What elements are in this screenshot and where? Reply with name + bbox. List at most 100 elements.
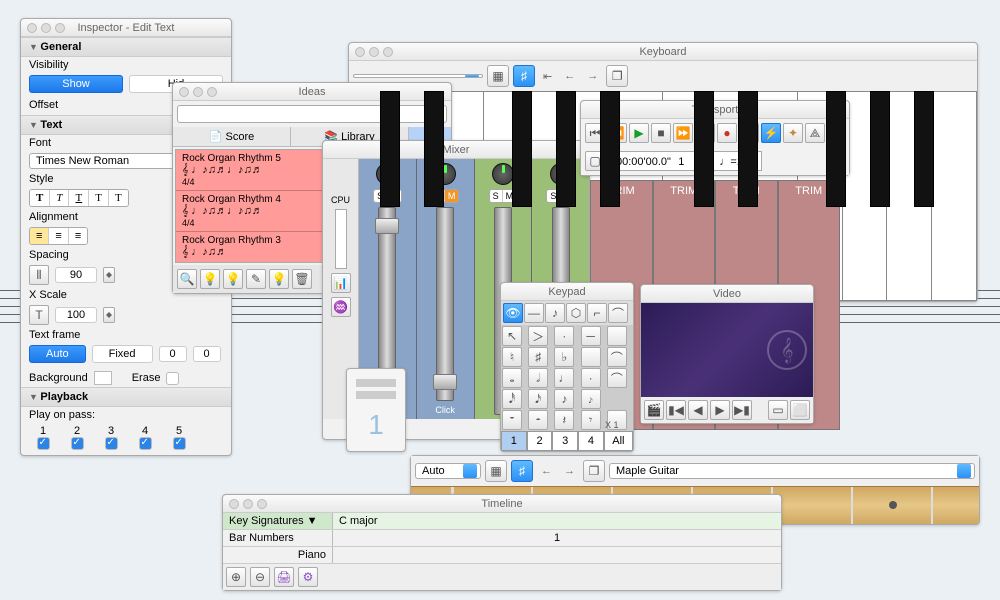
solo-button[interactable]: S [490, 190, 503, 202]
kp-staccato-icon[interactable]: · [554, 326, 574, 346]
kp-sharp-icon[interactable]: ♯ [528, 347, 548, 367]
fret-auto-select[interactable]: Auto [415, 463, 481, 479]
vid-prev-icon[interactable]: ◀ [688, 400, 708, 420]
rest-2-icon[interactable]: 𝄼 [528, 410, 548, 430]
paint-icon[interactable]: ✎ [246, 269, 266, 289]
background-swatch[interactable] [94, 371, 112, 385]
layer-icon[interactable]: ❐ [606, 65, 628, 87]
bulb3-icon[interactable]: 💡 [269, 269, 289, 289]
kp-tenuto-icon[interactable]: ─ [581, 326, 601, 346]
record-icon[interactable]: ● [717, 123, 737, 143]
xscale-input[interactable] [55, 307, 97, 323]
instrument-select[interactable]: Maple Guitar [609, 463, 975, 479]
mixer-stats-icon[interactable]: 📊 [331, 273, 351, 293]
rest-4-icon[interactable]: 𝄾 [581, 410, 601, 430]
kp-slur-icon[interactable]: ⌒ [607, 368, 627, 388]
align-left-icon[interactable]: ≡ [30, 228, 49, 244]
spacing-stepper[interactable] [103, 267, 115, 283]
fret-grid-icon[interactable]: ▦ [485, 460, 507, 482]
erase-checkbox[interactable] [166, 372, 179, 385]
underline-icon[interactable]: T [69, 190, 89, 206]
kp-clear-icon[interactable] [581, 347, 601, 367]
vid-full-icon[interactable]: ⬜ [790, 400, 810, 420]
rest-3-icon[interactable]: 𝄽 [554, 410, 574, 430]
stop-icon[interactable]: ■ [651, 123, 671, 143]
note-16-icon[interactable]: 𝅘𝅥𝅯 [528, 389, 548, 409]
note-quarter-icon[interactable]: ♩ [554, 368, 574, 388]
kp-dot-icon[interactable]: · [581, 368, 601, 388]
kp-tie-icon[interactable]: ⌒ [607, 347, 627, 367]
tab-score[interactable]: 📄 Score [173, 127, 291, 146]
spacing-input[interactable] [55, 267, 97, 283]
vid-fit-icon[interactable]: ▭ [768, 400, 788, 420]
vid-next-icon[interactable]: ▶ [710, 400, 730, 420]
kp-natural-icon[interactable]: ♮ [502, 347, 522, 367]
keyboard-view-select[interactable] [353, 74, 483, 78]
pan-knob[interactable] [492, 163, 514, 185]
frame-a-input[interactable] [159, 346, 187, 362]
bold-icon[interactable]: T [30, 190, 50, 206]
kp-tab-icon[interactable]: ♪ [545, 303, 565, 323]
xscale-stepper[interactable] [103, 307, 115, 323]
kp-tab-icon[interactable]: — [524, 303, 544, 323]
show-button[interactable]: Show [29, 75, 123, 93]
gear-icon[interactable]: ⚙ [298, 567, 318, 587]
pitch-icon[interactable]: ♯ [513, 65, 535, 87]
piano-key-black[interactable] [870, 91, 890, 207]
section-general[interactable]: General [21, 37, 231, 57]
piano-key-black[interactable] [738, 91, 758, 207]
frame-b-input[interactable] [193, 346, 221, 362]
frame-auto-button[interactable]: Auto [29, 345, 86, 363]
bulb2-icon[interactable]: 💡 [223, 269, 243, 289]
zoom-icon[interactable]: 🖨 [274, 567, 294, 587]
kp-arrow-icon[interactable]: ↖ [502, 326, 522, 346]
kp-tab-icon[interactable]: ⬡ [566, 303, 586, 323]
nav-first-icon[interactable]: ⇤ [539, 70, 556, 83]
add-track-icon[interactable]: ⊕ [226, 567, 246, 587]
kp-page-2[interactable]: 2 [527, 431, 553, 451]
kp-accent-icon[interactable]: ＞ [528, 326, 548, 346]
mute-button[interactable]: M [445, 190, 459, 202]
align-right-icon[interactable]: ≡ [69, 228, 87, 244]
kp-page-3[interactable]: 3 [552, 431, 578, 451]
kp-tab-icon[interactable]: ⌒ [608, 303, 628, 323]
piano-key-black[interactable] [424, 91, 444, 207]
pass-3-checkbox[interactable] [105, 437, 118, 450]
flex2-icon[interactable]: ⚡ [761, 123, 781, 143]
remove-track-icon[interactable]: ⊖ [250, 567, 270, 587]
kp-page-all[interactable]: All [604, 431, 633, 451]
ffwd-icon[interactable]: ⏩ [673, 123, 693, 143]
nav-prev-icon[interactable]: ← [560, 70, 579, 82]
italic-icon[interactable]: T [50, 190, 69, 206]
piano-key-black[interactable] [556, 91, 576, 207]
clap-icon[interactable]: 🎬 [644, 400, 664, 420]
section-playback[interactable]: Playback [21, 387, 231, 407]
piano-key-black[interactable] [512, 91, 532, 207]
kp-tab-icon[interactable]: ⌐ [587, 303, 607, 323]
kp-clear-icon[interactable] [607, 326, 627, 346]
piano-key-black[interactable] [600, 91, 620, 207]
kp-page-4[interactable]: 4 [578, 431, 604, 451]
pass-5-checkbox[interactable] [173, 437, 186, 450]
fret-next-icon[interactable]: → [560, 465, 579, 477]
kp-page-1[interactable]: 1 [501, 431, 527, 451]
mixer-fx-icon[interactable]: ♒ [331, 297, 351, 317]
vid-end-icon[interactable]: ▶▮ [732, 400, 752, 420]
piano-key-black[interactable] [694, 91, 714, 207]
pass-1-checkbox[interactable] [37, 437, 50, 450]
vid-begin-icon[interactable]: ▮◀ [666, 400, 686, 420]
nav-next-icon[interactable]: → [583, 70, 602, 82]
metronome-icon[interactable]: ⟁ [805, 123, 825, 143]
timeline-keysig-label[interactable]: Key Signatures ▼ [223, 513, 333, 529]
trash-icon[interactable]: 🗑 [292, 269, 312, 289]
play-icon[interactable]: ▶ [629, 123, 649, 143]
piano-key-black[interactable] [380, 91, 400, 207]
piano-key[interactable] [931, 91, 977, 301]
align-center-icon[interactable]: ≡ [49, 228, 68, 244]
grid-icon[interactable]: ▦ [487, 65, 509, 87]
piano-key-black[interactable] [826, 91, 846, 207]
fret-prev-icon[interactable]: ← [537, 465, 556, 477]
note-whole-icon[interactable]: 𝅝 [502, 368, 522, 388]
kp-flat-icon[interactable]: ♭ [554, 347, 574, 367]
timeline-track-label[interactable]: Piano [223, 547, 333, 563]
